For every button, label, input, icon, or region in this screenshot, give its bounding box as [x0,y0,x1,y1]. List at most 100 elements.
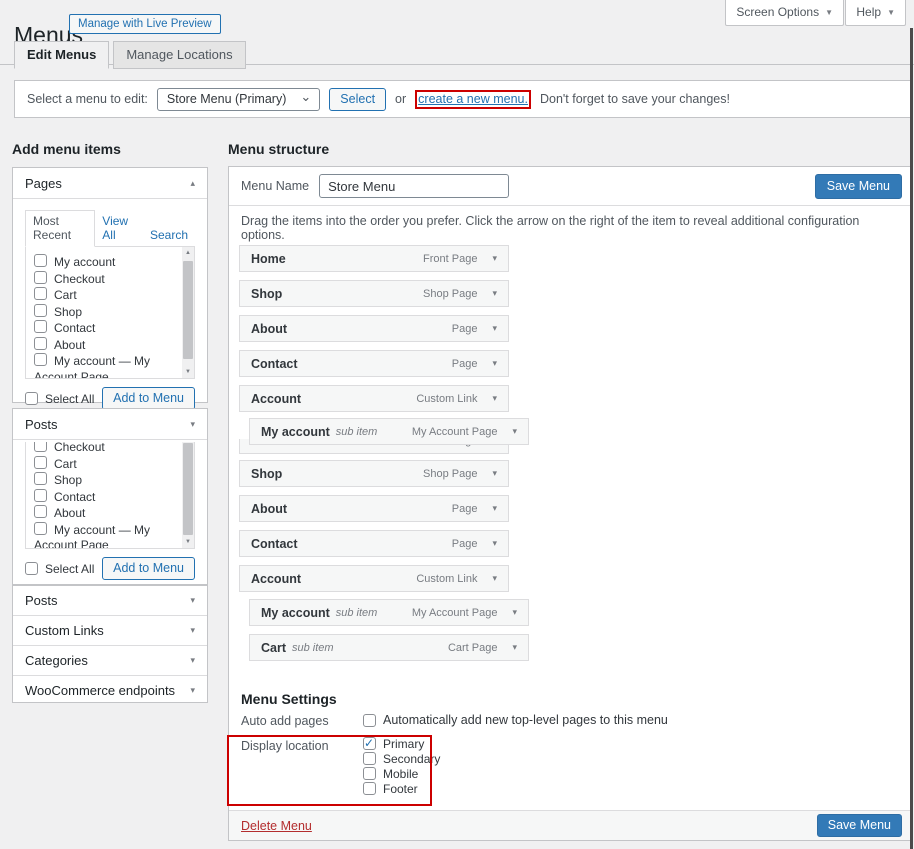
expand-arrow-icon[interactable]: ▾ [492,288,497,299]
expand-arrow-icon[interactable]: ▾ [512,426,517,437]
auto-add-pages-option[interactable]: Automatically add new top-level pages to… [363,713,668,727]
checkbox[interactable] [34,254,47,267]
scroll-down-icon[interactable]: ▼ [182,366,194,378]
menu-item-bar[interactable]: AccountCustom Link▾ [239,385,509,412]
expand-arrow-icon[interactable]: ▾ [492,573,497,584]
auto-add-pages-text: Automatically add new top-level pages to… [383,713,668,727]
checkbox[interactable] [25,562,38,575]
page-checkbox-item[interactable]: Cart [34,287,178,304]
accordion-panel-header[interactable]: Custom Links ▾ [13,615,207,645]
expand-arrow-icon[interactable]: ▾ [190,655,195,666]
menu-item-label: My account [261,425,330,439]
page-checkbox-item[interactable]: My account — My Account Page [34,522,178,550]
page-checkbox-item[interactable]: My account — My Account Page [34,353,178,379]
expand-arrow-icon[interactable]: ▾ [492,393,497,404]
panel-title: Categories [25,653,88,668]
scroll-up-icon[interactable]: ▲ [182,247,194,259]
save-menu-button-top[interactable]: Save Menu [815,174,902,199]
menu-item-label: About [251,322,287,336]
checkbox[interactable] [34,320,47,333]
checkbox[interactable] [34,456,47,469]
add-to-menu-button[interactable]: Add to Menu [102,557,195,580]
page-checkbox-item[interactable]: Checkout [34,442,178,456]
checkbox[interactable] [34,337,47,350]
posts-panel-header[interactable]: Posts ▾ [13,409,207,440]
expand-arrow-icon[interactable]: ▾ [492,253,497,264]
scrollbar[interactable]: ▲ ▼ [182,247,194,378]
checkbox[interactable] [34,522,47,535]
expand-arrow-icon[interactable]: ▾ [190,685,195,696]
accordion-panel-header[interactable]: Categories ▾ [13,645,207,675]
menu-item-bar[interactable]: ShopShop Page▾ [239,460,509,487]
menu-item-bar[interactable]: Cartsub itemCart Page▾ [249,634,529,661]
select-button[interactable]: Select [329,88,386,111]
delete-menu-link[interactable]: Delete Menu [241,819,312,833]
structure-description: Drag the items into the order you prefer… [241,214,898,242]
page-checkbox-item[interactable]: Shop [34,472,178,489]
page-checkbox-item[interactable]: My account [34,254,178,271]
expand-arrow-icon[interactable]: ▾ [492,358,497,369]
checkbox[interactable] [34,271,47,284]
expand-arrow-icon[interactable]: ▾ [190,595,195,606]
checkbox[interactable] [34,353,47,366]
pages-panel-header[interactable]: Pages ▴ [13,168,207,199]
collapse-arrow-icon[interactable]: ▴ [190,178,195,189]
select-all-pages[interactable]: Select All [25,392,94,406]
menu-item-bar[interactable]: ContactPage▾ [239,350,509,377]
tab-most-recent[interactable]: Most Recent [25,210,95,247]
expand-arrow-icon[interactable]: ▾ [492,468,497,479]
expand-arrow-icon[interactable]: ▾ [492,538,497,549]
page-checkbox-item[interactable]: Cart [34,456,178,473]
checkbox[interactable] [363,714,376,727]
menu-item-bar[interactable]: AboutPage▾ [239,315,509,342]
page-checkbox-item[interactable]: Contact [34,320,178,337]
menu-item-bar[interactable]: ShopShop Page▾ [239,280,509,307]
checkbox[interactable] [34,304,47,317]
checkbox[interactable] [34,505,47,518]
menu-item-bar[interactable]: AboutPage▾ [239,495,509,522]
page-checkbox-item[interactable]: Contact [34,489,178,506]
page-checkbox-item[interactable]: About [34,505,178,522]
expand-arrow-icon[interactable]: ▾ [492,323,497,334]
menu-name-input[interactable] [319,174,509,198]
select-menu-bar: Select a menu to edit: Store Menu (Prima… [14,80,911,118]
page-checkbox-item[interactable]: Checkout [34,271,178,288]
menu-item-label: Contact [251,357,298,371]
help-button[interactable]: Help ▼ [845,0,906,26]
select-menu-label: Select a menu to edit: [27,92,148,106]
tab-search[interactable]: Search [143,225,195,246]
scrollbar[interactable]: ▼ [182,442,194,548]
add-to-menu-button[interactable]: Add to Menu [102,387,195,410]
checkbox[interactable] [25,392,38,405]
checkbox[interactable] [34,287,47,300]
select-all-posts[interactable]: Select All [25,562,94,576]
expand-arrow-icon[interactable]: ▾ [492,503,497,514]
checkbox[interactable] [34,489,47,502]
menu-item-bar[interactable]: My accountsub itemMy Account Page▾ [249,418,529,445]
manage-live-preview-button[interactable]: Manage with Live Preview [69,14,221,34]
tab-edit-menus[interactable]: Edit Menus [14,41,109,69]
create-new-menu-link[interactable]: create a new menu. [418,92,528,106]
page-checkbox-item[interactable]: About [34,337,178,354]
accordion-panel-header[interactable]: Posts ▾ [13,586,207,615]
expand-arrow-icon[interactable]: ▾ [512,642,517,653]
menu-item-bar[interactable]: ContactPage▾ [239,530,509,557]
menu-item-bar[interactable]: AccountCustom Link▾ [239,565,509,592]
accordion-panel-header[interactable]: WooCommerce endpoints ▾ [13,675,207,705]
checkbox[interactable] [34,442,47,452]
menu-select-dropdown[interactable]: Store Menu (Primary) ⌄ [157,88,320,111]
screen-options-button[interactable]: Screen Options ▼ [725,0,844,26]
tab-view-all[interactable]: View All [95,211,143,246]
expand-arrow-icon[interactable]: ▾ [190,625,195,636]
scrollbar-thumb[interactable] [183,261,193,359]
page-checkbox-item[interactable]: Shop [34,304,178,321]
scrollbar-thumb[interactable] [183,443,193,535]
save-menu-button-bottom[interactable]: Save Menu [817,814,902,837]
menu-item-bar[interactable]: My accountsub itemMy Account Page▾ [249,599,529,626]
menu-item-bar[interactable]: HomeFront Page▾ [239,245,509,272]
expand-arrow-icon[interactable]: ▾ [512,607,517,618]
expand-arrow-icon[interactable]: ▾ [190,419,195,430]
scroll-down-icon[interactable]: ▼ [182,536,194,548]
checkbox[interactable] [34,472,47,485]
tab-manage-locations[interactable]: Manage Locations [113,41,245,69]
